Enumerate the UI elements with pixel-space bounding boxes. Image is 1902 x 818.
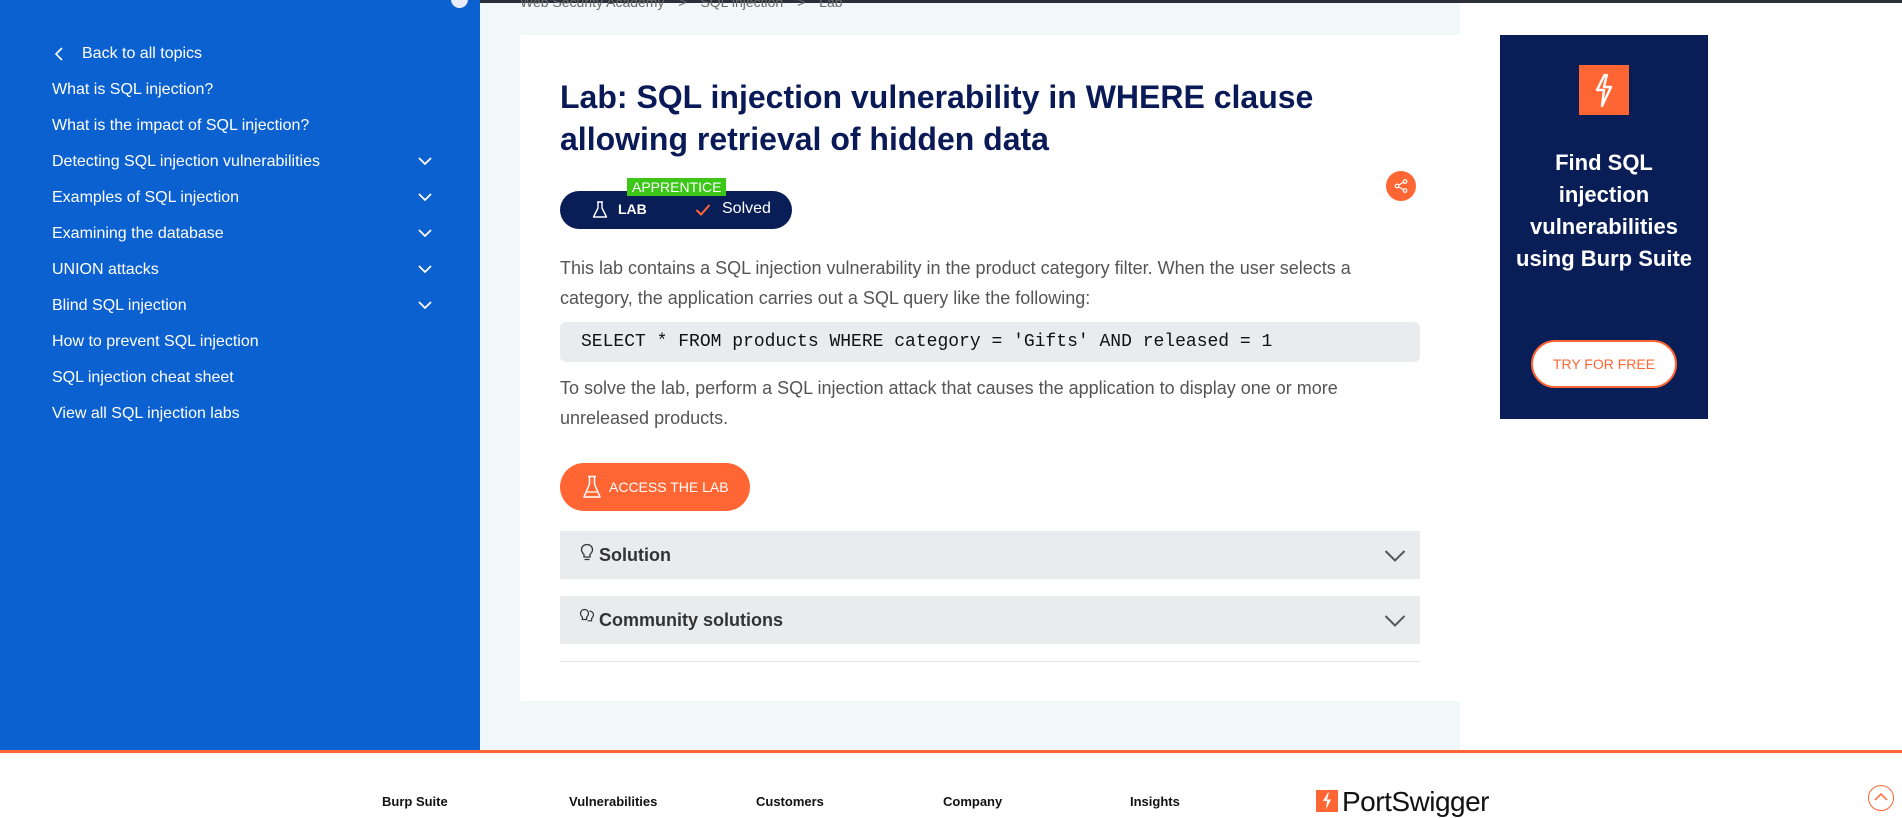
chevron-up-icon: [1874, 792, 1888, 801]
sidebar-item-examining-db[interactable]: Examining the database: [52, 221, 432, 247]
breadcrumb: Web Security Academy > SQL injection > L…: [520, 0, 853, 10]
lightbulb-icon: [580, 543, 594, 561]
sidebar-item-label: UNION attacks: [52, 261, 159, 278]
chevron-down-icon[interactable]: [418, 228, 432, 238]
sidebar-item-label: How to prevent SQL injection: [52, 333, 259, 350]
sidebar-item-prevent[interactable]: How to prevent SQL injection: [52, 329, 432, 355]
access-lab-button[interactable]: ACCESS THE LAB: [560, 463, 750, 511]
sidebar-item-blind[interactable]: Blind SQL injection: [52, 293, 432, 319]
lab-instructions: To solve the lab, perform a SQL injectio…: [560, 378, 1338, 428]
back-to-topics-link[interactable]: Back to all topics: [52, 41, 432, 67]
footer-border: [0, 750, 1902, 753]
footer-col-insights[interactable]: Insights: [1130, 794, 1180, 809]
share-icon: [1394, 179, 1408, 193]
sidebar-toggle-dot[interactable]: [451, 0, 468, 8]
lab-label: LAB: [618, 201, 647, 217]
breadcrumb-separator: >: [797, 0, 806, 10]
level-badge: APPRENTICE: [627, 178, 727, 196]
sidebar-item-label: What is the impact of SQL injection?: [52, 117, 310, 134]
footer-col-vulnerabilities[interactable]: Vulnerabilities: [569, 794, 657, 809]
sidebar-item-label: Examining the database: [52, 225, 224, 242]
sidebar-item-what-is[interactable]: What is SQL injection?: [52, 77, 432, 103]
sidebar-item-impact[interactable]: What is the impact of SQL injection?: [52, 113, 432, 139]
chevron-down-icon[interactable]: [418, 300, 432, 310]
community-solutions-accordion[interactable]: Community solutions: [560, 596, 1420, 644]
sidebar-item-label: Examples of SQL injection: [52, 189, 240, 206]
lab-description: This lab contains a SQL injection vulner…: [560, 258, 1351, 308]
back-label: Back to all topics: [82, 45, 203, 62]
try-for-free-button[interactable]: TRY FOR FREE: [1531, 340, 1677, 388]
chevron-down-icon[interactable]: [418, 156, 432, 166]
lab-status-pill: LAB Solved: [560, 191, 792, 229]
page-title: Lab: SQL injection vulnerability in WHER…: [560, 79, 1314, 157]
scroll-to-top-button[interactable]: [1868, 785, 1894, 811]
chevron-left-icon: [54, 47, 63, 61]
footer-col-burp-suite[interactable]: Burp Suite: [382, 794, 448, 809]
sidebar-item-union-attacks[interactable]: UNION attacks: [52, 257, 432, 283]
chevron-down-icon[interactable]: [418, 264, 432, 274]
sidebar-item-cheat-sheet[interactable]: SQL injection cheat sheet: [52, 365, 432, 391]
sidebar-item-all-labs[interactable]: View all SQL injection labs: [52, 401, 432, 427]
solution-label: Solution: [599, 545, 671, 565]
ad-heading: Find SQL injection vulnerabilities using…: [1516, 150, 1692, 271]
burp-suite-ad: Find SQL injection vulnerabilities using…: [1500, 35, 1708, 419]
checkmark-icon: [695, 204, 711, 216]
sql-code-block: SELECT * FROM products WHERE category = …: [560, 322, 1420, 362]
portswigger-mark-icon: [1316, 790, 1338, 812]
footer-col-customers[interactable]: Customers: [756, 794, 824, 809]
chevron-down-icon[interactable]: [418, 192, 432, 202]
breadcrumb-sql-injection[interactable]: SQL injection: [700, 0, 783, 10]
flask-icon: [583, 475, 601, 498]
status-text: Solved: [722, 200, 771, 217]
chevron-down-icon: [1384, 550, 1406, 562]
solution-accordion[interactable]: Solution: [560, 531, 1420, 579]
portswigger-wordmark: PortSwigger: [1342, 786, 1490, 817]
sidebar-item-examples[interactable]: Examples of SQL injection: [52, 185, 432, 211]
breadcrumb-separator: >: [678, 0, 687, 10]
sidebar-item-label: View all SQL injection labs: [52, 405, 240, 422]
sidebar-item-label: Detecting SQL injection vulnerabilities: [52, 153, 320, 170]
sidebar: Back to all topics What is SQL injection…: [0, 0, 480, 750]
sidebar-item-label: SQL injection cheat sheet: [52, 369, 234, 386]
sidebar-item-label: What is SQL injection?: [52, 81, 214, 98]
community-solutions-label: Community solutions: [599, 610, 783, 630]
share-button[interactable]: [1386, 171, 1416, 201]
breadcrumb-academy[interactable]: Web Security Academy: [520, 0, 664, 10]
footer-col-company[interactable]: Company: [943, 794, 1002, 809]
community-bulbs-icon: [579, 608, 595, 622]
sidebar-item-detecting[interactable]: Detecting SQL injection vulnerabilities: [52, 149, 432, 175]
access-lab-label: ACCESS THE LAB: [609, 479, 729, 495]
burp-logo-icon: [1579, 65, 1629, 115]
flask-icon: [592, 201, 608, 218]
sidebar-item-label: Blind SQL injection: [52, 297, 187, 314]
content-divider: [560, 661, 1420, 662]
chevron-down-icon: [1384, 615, 1406, 627]
breadcrumb-lab[interactable]: Lab: [819, 0, 842, 10]
